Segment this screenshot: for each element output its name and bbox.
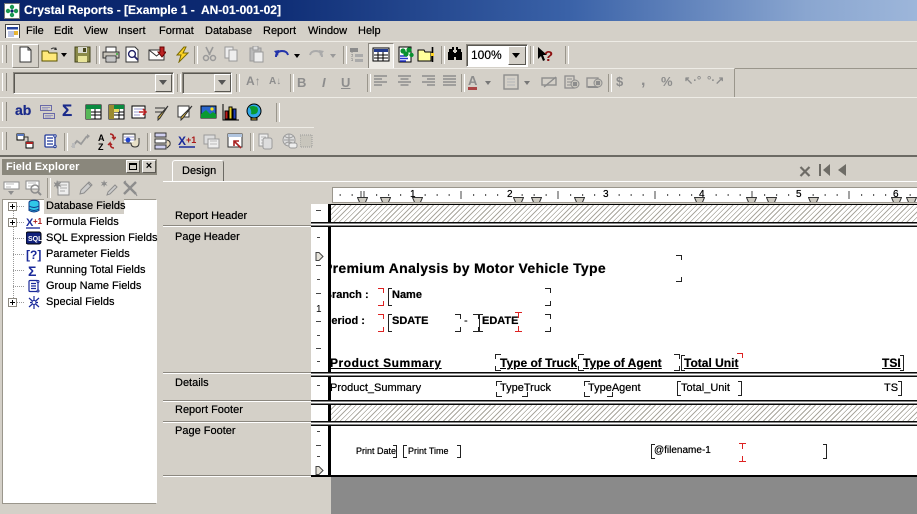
svg-text:?: ? bbox=[544, 48, 553, 64]
svg-text:[?]: [?] bbox=[26, 248, 41, 262]
svg-text:X: X bbox=[178, 134, 186, 148]
svg-text:Σ: Σ bbox=[28, 263, 36, 278]
svg-text:Z: Z bbox=[98, 142, 104, 151]
svg-text:+1: +1 bbox=[33, 217, 42, 226]
svg-text:+1: +1 bbox=[186, 135, 196, 145]
svg-text:SQL: SQL bbox=[28, 236, 42, 243]
